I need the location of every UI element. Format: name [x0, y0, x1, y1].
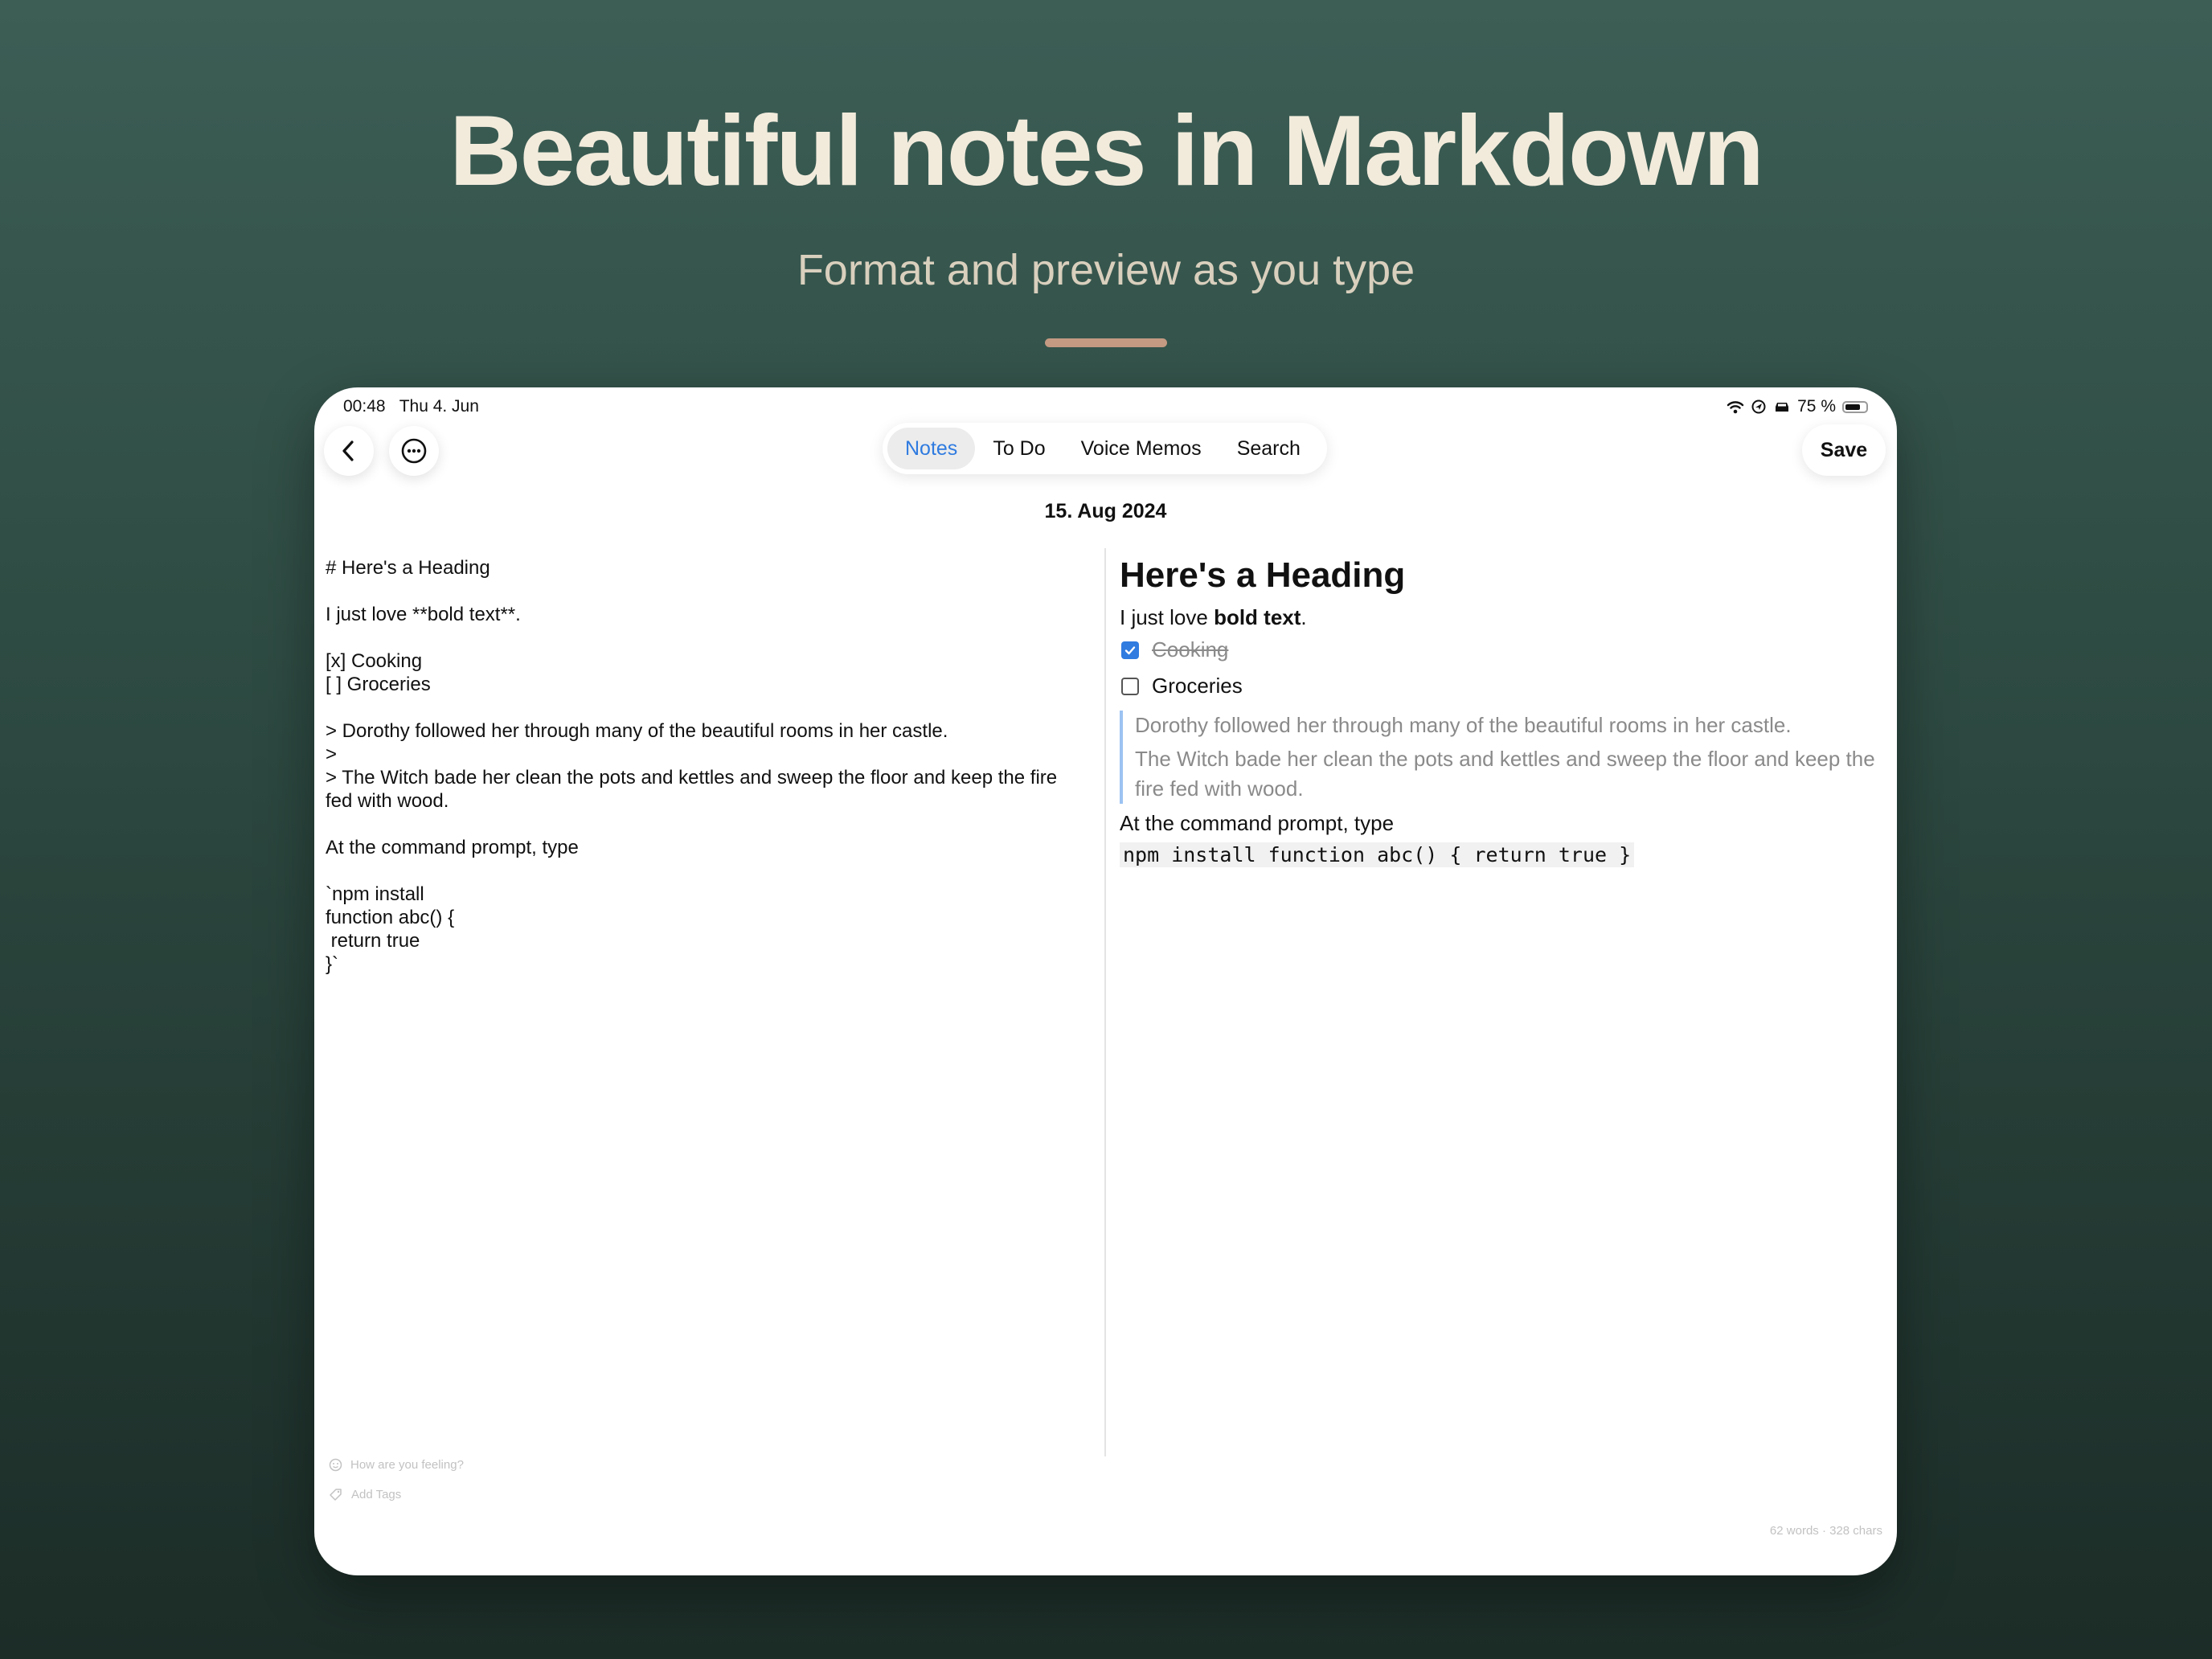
section-tabs: Notes To Do Voice Memos Search: [883, 423, 1327, 474]
tags-placeholder: Add Tags: [351, 1488, 402, 1501]
car-icon: [1776, 403, 1789, 412]
task-label: Cooking: [1152, 637, 1229, 662]
word-char-counter: 62 words · 328 chars: [1769, 1524, 1882, 1538]
bold-text: bold text: [1214, 605, 1301, 629]
promo-subheadline: Format and preview as you type: [797, 246, 1415, 294]
task-item-cooking: Cooking: [1120, 632, 1875, 668]
mood-placeholder: How are you feeling?: [350, 1458, 464, 1472]
quote-line: Dorothy followed her through many of the…: [1135, 713, 1792, 737]
smiley-icon: [329, 1458, 342, 1472]
task-item-groceries: Groceries: [1120, 668, 1875, 704]
status-time: 00:48 Thu 4. Jun: [343, 397, 479, 416]
more-options-icon: [401, 438, 427, 464]
markdown-preview: Here's a Heading I just love bold text. …: [1120, 553, 1875, 867]
status-indicators: 75 %: [1727, 395, 1868, 418]
tab-search[interactable]: Search: [1219, 428, 1318, 469]
promo-headline: Beautiful notes in Markdown: [449, 96, 1764, 207]
battery-icon: [1842, 400, 1868, 413]
tab-to-do[interactable]: To Do: [975, 428, 1063, 469]
location-icon: [1751, 399, 1766, 414]
tab-voice-memos[interactable]: Voice Memos: [1063, 428, 1219, 469]
editor-line: function abc() {: [326, 907, 455, 928]
accent-divider: [1045, 338, 1167, 347]
status-date: Thu 4. Jun: [399, 397, 479, 416]
editor-line: I just love **bold text**.: [326, 604, 521, 625]
editor-line: `npm install: [326, 883, 424, 905]
preview-command-text: At the command prompt, type: [1120, 811, 1395, 835]
status-clock: 00:48: [343, 397, 386, 416]
back-chevron-icon: [342, 440, 354, 461]
editor-line: # Here's a Heading: [326, 557, 490, 579]
editor-line: }`: [326, 953, 339, 975]
editor-line: return true: [326, 930, 420, 952]
preview-heading: Here's a Heading: [1120, 555, 1406, 595]
preview-blockquote: Dorothy followed her through many of the…: [1120, 711, 1875, 804]
checked-checkbox-icon[interactable]: [1121, 641, 1139, 659]
paragraph-end: .: [1301, 605, 1307, 629]
markdown-editor[interactable]: # Here's a Heading I just love **bold te…: [326, 556, 1097, 976]
preview-paragraph: I just love bold text.: [1120, 603, 1875, 632]
editor-line: At the command prompt, type: [326, 837, 579, 858]
task-label: Groceries: [1152, 674, 1243, 698]
tablet-screen: 00:48 Thu 4. Jun 75 % Notes To Do Voice …: [314, 387, 1897, 1575]
battery-level: [1845, 403, 1860, 410]
unchecked-checkbox-icon[interactable]: [1121, 677, 1139, 695]
tab-notes[interactable]: Notes: [887, 428, 976, 469]
editor-line: fed with wood.: [326, 790, 449, 812]
editor-line: [ ] Groceries: [326, 674, 431, 695]
save-button[interactable]: Save: [1802, 424, 1886, 476]
more-options-button[interactable]: [389, 426, 439, 476]
battery-percent: 75 %: [1797, 397, 1836, 416]
wifi-icon: [1727, 401, 1744, 414]
paragraph-text: I just love: [1120, 605, 1215, 629]
tag-icon: [330, 1489, 342, 1501]
note-date: 15. Aug 2024: [1044, 500, 1167, 522]
editor-line: >: [326, 743, 338, 765]
editor-line: > Dorothy followed her through many of t…: [326, 720, 948, 742]
tags-row[interactable]: Add Tags: [329, 1488, 401, 1501]
editor-line: > The Witch bade her clean the pots and …: [326, 767, 1058, 789]
pane-divider: [1104, 548, 1106, 1456]
preview-code-block: npm install function abc() { return true…: [1120, 842, 1635, 867]
back-button[interactable]: [324, 426, 374, 476]
mood-row[interactable]: How are you feeling?: [329, 1458, 464, 1472]
quote-line: The Witch bade her clean the pots and ke…: [1135, 747, 1875, 801]
editor-line: [x] Cooking: [326, 650, 423, 672]
